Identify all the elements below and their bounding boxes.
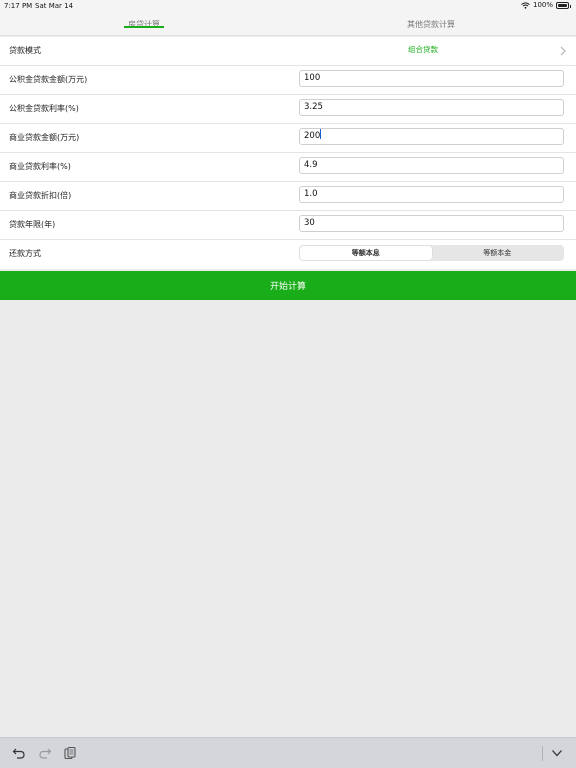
wifi-icon xyxy=(521,1,530,9)
loan-form: 贷款模式 组合贷款 公积金贷款金额(万元) 100 公积金贷款利率(%) 3.2… xyxy=(0,37,576,269)
housing-fund-amount-input[interactable]: 100 xyxy=(299,70,564,87)
loan-mode-row[interactable]: 贷款模式 组合贷款 xyxy=(0,37,576,66)
field-label: 商业贷款利率(%) xyxy=(9,162,71,171)
repayment-segmented-control: 等额本息 等额本金 xyxy=(299,245,564,261)
loan-mode-label: 贷款模式 xyxy=(9,46,41,55)
active-tab-indicator xyxy=(124,26,164,28)
housing-fund-amount-row: 公积金贷款金额(万元) 100 xyxy=(0,66,576,95)
tab-other-loans[interactable]: 其他贷款计算 xyxy=(391,12,471,36)
tab-bar: 房贷计算 其他贷款计算 xyxy=(0,12,576,36)
text-caret xyxy=(320,129,322,139)
tab-mortgage[interactable]: 房贷计算 xyxy=(104,12,184,36)
keyboard-shortcut-bar xyxy=(0,737,576,768)
field-label: 公积金贷款金额(万元) xyxy=(9,75,88,84)
field-label: 公积金贷款利率(%) xyxy=(9,104,79,113)
keyboard-dismiss-icon[interactable] xyxy=(550,746,564,760)
chevron-right-icon xyxy=(560,46,566,56)
status-time: 7:17 PM xyxy=(4,2,33,10)
toolbar-divider xyxy=(542,746,543,761)
commercial-discount-input[interactable]: 1.0 xyxy=(299,186,564,203)
battery-percentage: 100% xyxy=(532,1,553,9)
loan-term-row: 贷款年限(年) 30 xyxy=(0,211,576,240)
paste-icon[interactable] xyxy=(63,746,77,760)
field-label: 贷款年限(年) xyxy=(9,220,56,229)
status-right: 100% xyxy=(521,1,571,9)
commercial-amount-row: 商业贷款金额(万元) 200 xyxy=(0,124,576,153)
housing-fund-rate-row: 公积金贷款利率(%) 3.25 xyxy=(0,95,576,124)
status-bar: 7:17 PM Sat Mar 14 100% xyxy=(0,0,576,12)
commercial-discount-row: 商业贷款折扣(倍) 1.0 xyxy=(0,182,576,211)
field-label: 商业贷款折扣(倍) xyxy=(9,191,72,200)
input-text: 200 xyxy=(304,131,321,141)
housing-fund-rate-input[interactable]: 3.25 xyxy=(299,99,564,116)
undo-icon[interactable] xyxy=(12,746,26,760)
segment-equal-installment[interactable]: 等额本息 xyxy=(300,246,432,260)
field-label: 商业贷款金额(万元) xyxy=(9,133,80,142)
battery-icon xyxy=(556,1,571,9)
status-date: Sat Mar 14 xyxy=(35,2,74,10)
repayment-method-label: 还款方式 xyxy=(9,249,41,258)
redo-icon[interactable] xyxy=(38,746,52,760)
repayment-method-row: 还款方式 等额本息 等额本金 xyxy=(0,240,576,269)
loan-term-input[interactable]: 30 xyxy=(299,215,564,232)
segment-equal-principal[interactable]: 等额本金 xyxy=(432,246,564,260)
loan-mode-value[interactable]: 组合贷款 xyxy=(408,44,438,55)
commercial-rate-input[interactable]: 4.9 xyxy=(299,157,564,174)
commercial-rate-row: 商业贷款利率(%) 4.9 xyxy=(0,153,576,182)
calculate-button[interactable]: 开始计算 xyxy=(0,271,576,300)
commercial-amount-input[interactable]: 200 xyxy=(299,128,564,145)
